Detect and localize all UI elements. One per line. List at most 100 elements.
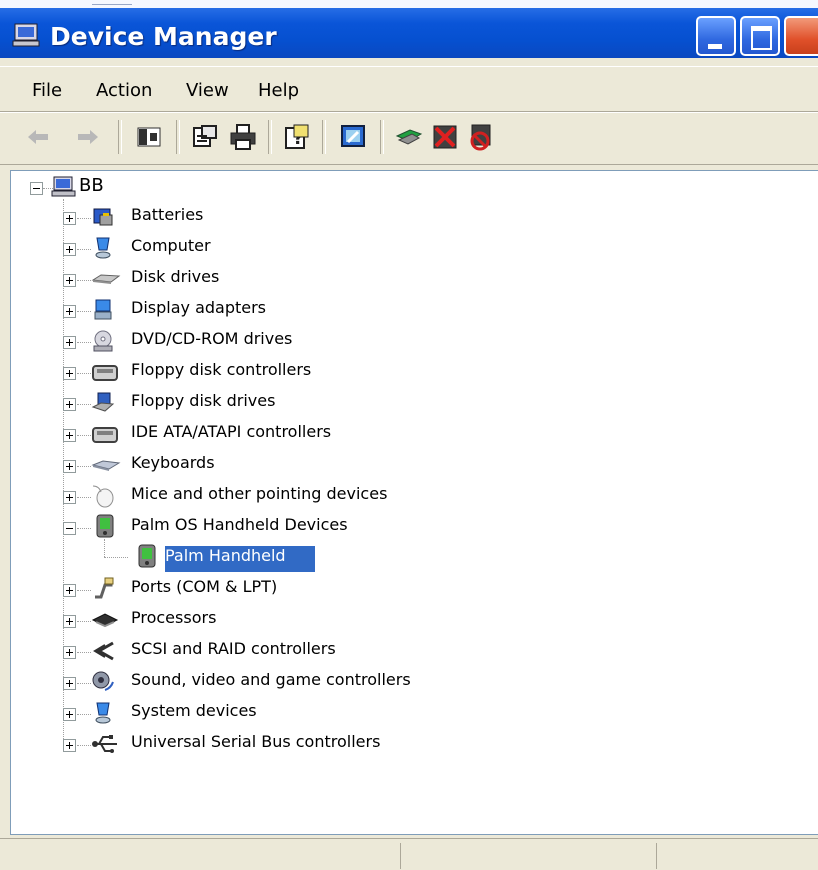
properties-icon[interactable]: [190, 122, 220, 152]
tree-connector: [77, 714, 91, 716]
tree-item-ide-ata-atapi-controllers[interactable]: IDE ATA/ATAPI controllers: [131, 422, 331, 452]
update-driver-icon[interactable]: [394, 122, 424, 152]
floppy-controller-icon: [92, 365, 118, 381]
disable-icon[interactable]: [466, 122, 496, 152]
tree-item-universal-serial-bus-controllers[interactable]: Universal Serial Bus controllers: [131, 732, 380, 762]
tree-item-palm-os-handheld-devices[interactable]: Palm OS Handheld Devices: [131, 515, 348, 545]
tree-item-dvd-cd-rom-drives[interactable]: DVD/CD-ROM drives: [131, 329, 292, 359]
sound-icon: [92, 671, 114, 691]
expand-toggle[interactable]: [63, 677, 76, 690]
tree-connector: [77, 435, 91, 437]
floppy-drive-icon: [91, 392, 115, 412]
tree-item-floppy-disk-controllers[interactable]: Floppy disk controllers: [131, 360, 311, 390]
tree-item-ports[interactable]: Ports (COM & LPT): [131, 577, 277, 607]
close-button[interactable]: [784, 16, 818, 56]
expand-toggle[interactable]: [63, 646, 76, 659]
toolbar-separator: [322, 120, 326, 154]
print-icon[interactable]: [228, 122, 258, 152]
menu-view[interactable]: View: [186, 80, 229, 101]
window-title: Device Manager: [50, 22, 277, 51]
tree-item-system-devices[interactable]: System devices: [131, 701, 257, 731]
tree-item-processors[interactable]: Processors: [131, 608, 216, 638]
expand-toggle[interactable]: [63, 367, 76, 380]
tree-connector: [77, 528, 91, 530]
toolbar-separator: [118, 120, 122, 154]
tree-connector: [104, 557, 128, 559]
disk-drive-icon: [91, 274, 121, 284]
tree-connector: [77, 342, 91, 344]
expand-toggle[interactable]: [63, 584, 76, 597]
processor-icon: [91, 613, 119, 628]
menu-action[interactable]: Action: [96, 80, 152, 101]
status-separator: [400, 843, 401, 869]
expand-toggle[interactable]: [63, 212, 76, 225]
top-strip: [0, 0, 818, 8]
status-separator: [656, 843, 657, 869]
toolbar-separator: [176, 120, 180, 154]
toolbar-separator: [380, 120, 384, 154]
tree-item-disk-drives[interactable]: Disk drives: [131, 267, 219, 297]
tree-connector: [77, 311, 91, 313]
status-bar: [0, 838, 818, 870]
tree-item-mice-and-other-pointing-devices[interactable]: Mice and other pointing devices: [131, 484, 387, 514]
computer-icon: [51, 176, 76, 197]
tree-item-palm-handheld[interactable]: Palm Handheld: [165, 546, 315, 572]
title-bar[interactable]: Device Manager: [0, 0, 818, 58]
tree-connector: [77, 683, 91, 685]
expand-toggle[interactable]: [63, 429, 76, 442]
expand-toggle[interactable]: [63, 460, 76, 473]
tree-item-scsi-and-raid-controllers[interactable]: SCSI and RAID controllers: [131, 639, 336, 669]
battery-icon: [93, 208, 113, 226]
tree-item-batteries[interactable]: Batteries: [131, 205, 203, 235]
expand-toggle[interactable]: [63, 336, 76, 349]
collapse-toggle[interactable]: [63, 522, 76, 535]
expand-toggle[interactable]: [63, 491, 76, 504]
menu-bar: File Action View Help: [0, 70, 818, 110]
mouse-icon: [92, 485, 114, 508]
show-hide-console-tree-icon[interactable]: [134, 122, 164, 152]
system-devices-icon: [95, 702, 111, 724]
minimize-button[interactable]: [696, 16, 736, 56]
keyboard-icon: [91, 460, 121, 471]
port-icon: [95, 577, 114, 599]
tree-item-floppy-disk-drives[interactable]: Floppy disk drives: [131, 391, 275, 421]
help-icon[interactable]: ?: [282, 122, 312, 152]
expand-toggle[interactable]: [63, 274, 76, 287]
back-icon[interactable]: [24, 122, 54, 152]
device-tree[interactable]: BB Batteries Computer Disk drives Displa…: [10, 170, 818, 835]
display-adapter-icon: [94, 299, 112, 320]
usb-icon: [92, 735, 117, 753]
tree-connector: [77, 404, 91, 406]
tree-item-computer[interactable]: Computer: [131, 236, 211, 266]
tree-item-sound-video-and-game-controllers[interactable]: Sound, video and game controllers: [131, 670, 411, 700]
expand-toggle[interactable]: [63, 243, 76, 256]
root-collapse-toggle[interactable]: [30, 182, 43, 195]
palm-handheld-icon: [96, 514, 114, 538]
expand-toggle[interactable]: [63, 615, 76, 628]
tree-connector: [77, 745, 91, 747]
expand-toggle[interactable]: [63, 739, 76, 752]
tree-item-palm-handheld-label: Palm Handheld: [165, 546, 286, 565]
maximize-button[interactable]: [740, 16, 780, 56]
toolbar-divider: [0, 164, 818, 165]
tree-connector: [104, 539, 106, 557]
tree-connector: [77, 497, 91, 499]
menu-file[interactable]: File: [32, 80, 62, 101]
expand-toggle[interactable]: [63, 708, 76, 721]
scan-hardware-changes-icon[interactable]: [338, 122, 368, 152]
cdrom-icon: [93, 330, 113, 352]
menu-help[interactable]: Help: [258, 80, 299, 101]
expand-toggle[interactable]: [63, 305, 76, 318]
forward-icon[interactable]: [72, 122, 102, 152]
computer-icon: [12, 23, 40, 47]
tree-item-keyboards[interactable]: Keyboards: [131, 453, 215, 483]
uninstall-icon[interactable]: [430, 122, 460, 152]
tree-connector: [77, 218, 91, 220]
tree-connector: [77, 373, 91, 375]
expand-toggle[interactable]: [63, 398, 76, 411]
toolbar-separator: [268, 120, 272, 154]
tree-connector: [77, 621, 91, 623]
tree-item-display-adapters[interactable]: Display adapters: [131, 298, 266, 328]
menubar-top-highlight: [0, 66, 818, 67]
scsi-icon: [93, 641, 114, 661]
